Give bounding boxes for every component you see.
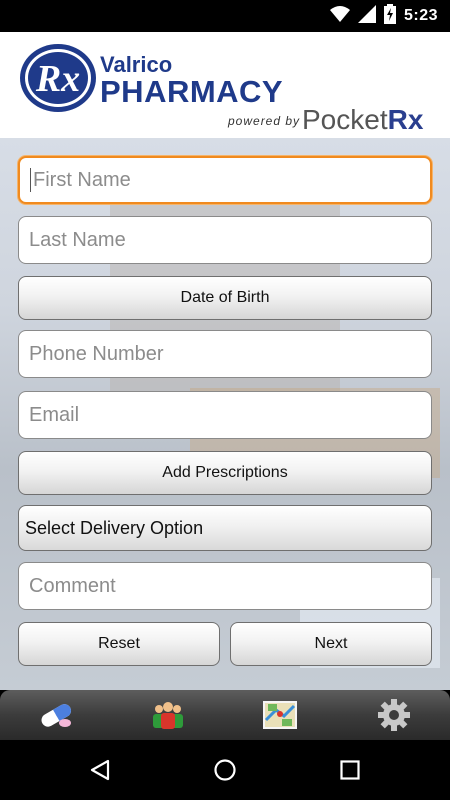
- battery-charging-icon: [383, 3, 396, 29]
- add-prescriptions-label: Add Prescriptions: [162, 464, 288, 481]
- wifi-icon: [329, 5, 350, 28]
- system-nav-bar: [0, 740, 450, 800]
- home-icon[interactable]: [211, 756, 239, 784]
- map-icon[interactable]: [262, 698, 298, 732]
- next-button[interactable]: Next: [230, 622, 432, 666]
- brand-name-line2: PHARMACY: [100, 74, 284, 109]
- gear-icon[interactable]: [376, 698, 412, 732]
- phone-number-placeholder: Phone Number: [29, 342, 164, 365]
- cell-signal-icon: [357, 4, 376, 28]
- first-name-placeholder: First Name: [33, 168, 131, 191]
- back-icon[interactable]: [86, 756, 114, 784]
- date-of-birth-label: Date of Birth: [180, 289, 270, 306]
- email-placeholder: Email: [29, 403, 80, 426]
- powered-by-label: powered by: [228, 114, 301, 128]
- reset-label: Reset: [98, 635, 140, 652]
- delivery-option-label: Select Delivery Option: [25, 517, 204, 538]
- rx-logo-text: Rx: [35, 58, 80, 100]
- pills-icon[interactable]: [38, 698, 74, 732]
- comment-field[interactable]: Comment: [18, 562, 432, 610]
- date-of-birth-button[interactable]: Date of Birth: [18, 276, 432, 320]
- delivery-option-select[interactable]: Select Delivery Option: [18, 505, 432, 551]
- next-label: Next: [314, 635, 348, 652]
- last-name-placeholder: Last Name: [29, 228, 126, 251]
- first-name-field[interactable]: First Name: [18, 156, 432, 204]
- pocketrx-logo-pocket: Pocket: [302, 104, 388, 135]
- pocketrx-logo: PocketRx: [302, 104, 423, 136]
- add-prescriptions-button[interactable]: Add Prescriptions: [18, 451, 432, 495]
- recents-icon[interactable]: [336, 756, 364, 784]
- status-time: 5:23: [403, 7, 438, 24]
- status-icons: 5:23: [329, 3, 438, 29]
- reset-button[interactable]: Reset: [18, 622, 220, 666]
- comment-placeholder: Comment: [29, 574, 116, 597]
- email-field[interactable]: Email: [18, 391, 432, 439]
- phone-number-field[interactable]: Phone Number: [18, 330, 432, 378]
- rx-logo: Rx: [18, 42, 98, 114]
- status-bar: 5:23: [0, 0, 450, 32]
- last-name-field[interactable]: Last Name: [18, 216, 432, 264]
- people-icon[interactable]: [150, 698, 186, 732]
- pocketrx-logo-rx: Rx: [387, 104, 424, 135]
- text-caret: [30, 168, 31, 192]
- app-header: Rx Valrico PHARMACY powered by PocketRx: [0, 32, 450, 138]
- bottom-tab-bar: [0, 690, 450, 740]
